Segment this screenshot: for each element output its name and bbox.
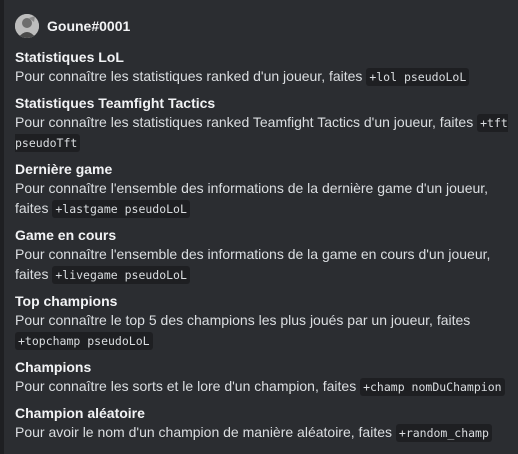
field-champions: Champions Pour connaître les sorts et le… <box>15 358 510 396</box>
field-title: Champion aléatoire <box>15 405 145 421</box>
field-value: Pour connaître l'ensemble des informatio… <box>15 178 510 218</box>
field-description: Pour connaître les statistiques ranked d… <box>15 68 367 84</box>
field-value: Pour connaître les statistiques ranked d… <box>15 66 510 86</box>
field-description: Pour avoir le nom d'un champion de maniè… <box>15 424 396 440</box>
field-champion-aleatoire: Champion aléatoire Pour avoir le nom d'u… <box>15 404 510 442</box>
field-statistiques-lol: Statistiques LoL Pour connaître les stat… <box>15 48 510 86</box>
field-game-en-cours: Game en cours Pour connaître l'ensemble … <box>15 226 510 284</box>
field-value: Pour connaître le top 5 des champions le… <box>15 310 510 350</box>
field-title: Game en cours <box>15 227 117 243</box>
author-name[interactable]: Goune#0001 <box>47 18 130 34</box>
command-code: +lastgame pseudoLoL <box>52 200 190 218</box>
field-title: Dernière game <box>15 161 113 177</box>
field-derniere-game: Dernière game Pour connaître l'ensemble … <box>15 160 510 218</box>
field-value: Pour avoir le nom d'un champion de maniè… <box>15 422 510 442</box>
field-title: Top champions <box>15 293 118 309</box>
command-code: +random_champ <box>395 424 492 442</box>
field-description: Pour connaître les statistiques ranked T… <box>15 114 478 130</box>
author-avatar[interactable] <box>15 14 39 38</box>
command-code: +livegame pseudoLoL <box>52 266 190 284</box>
embed-author: Goune#0001 <box>15 14 510 38</box>
field-value: Pour connaître les sorts et le lore d'un… <box>15 376 510 396</box>
field-value: Pour connaître l'ensemble des informatio… <box>15 244 510 284</box>
command-code: +topchamp pseudoLoL <box>15 332 153 350</box>
field-description: Pour connaître les sorts et le lore d'un… <box>15 378 361 394</box>
field-description: Pour connaître le top 5 des champions le… <box>15 312 471 328</box>
field-top-champions: Top champions Pour connaître le top 5 de… <box>15 292 510 350</box>
field-title: Statistiques LoL <box>15 49 124 65</box>
command-code: +champ nomDuChampion <box>360 378 505 396</box>
field-title: Champions <box>15 359 92 375</box>
command-code: +lol pseudoLoL <box>366 68 470 86</box>
field-value: Pour connaître les statistiques ranked T… <box>15 112 510 152</box>
embed-accent-bar <box>0 0 4 454</box>
field-title: Statistiques Teamfight Tactics <box>15 95 216 111</box>
help-embed: Goune#0001 Statistiques LoL Pour connaît… <box>15 14 510 450</box>
field-statistiques-tft: Statistiques Teamfight Tactics Pour conn… <box>15 94 510 152</box>
